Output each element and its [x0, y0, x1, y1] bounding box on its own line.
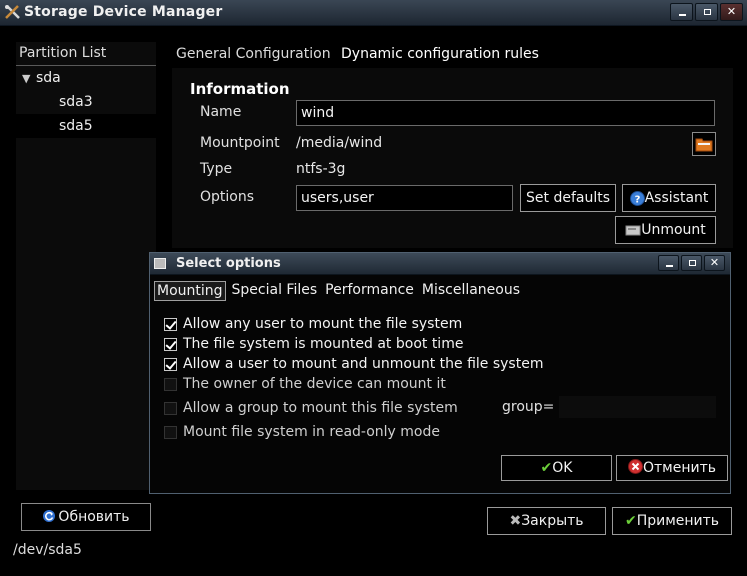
window-title: Storage Device Manager [24, 4, 223, 20]
option-label: The file system is mounted at boot time [183, 336, 464, 352]
apply-button[interactable]: ✔Применить [612, 507, 732, 535]
mountpoint-label: Mountpoint [200, 135, 280, 151]
checkbox[interactable] [164, 425, 177, 439]
help-icon: ? [629, 190, 645, 206]
name-field[interactable]: wind [296, 100, 715, 126]
maximize-icon [689, 260, 696, 266]
type-label: Type [200, 161, 233, 177]
option-label: Mount file system in read-only mode [183, 424, 440, 440]
tree-item-label: sda [36, 70, 61, 86]
svg-text:?: ? [634, 194, 640, 205]
option-any-user-mount[interactable]: Allow any user to mount the file system [164, 315, 462, 333]
window-controls: ✕ [668, 3, 743, 21]
refresh-label: Обновить [58, 509, 130, 525]
tree-item-label: sda3 [59, 94, 93, 110]
checkbox[interactable] [164, 357, 177, 371]
tab-dynamic-configuration-rules[interactable]: Dynamic configuration rules [341, 46, 539, 62]
tools-icon [5, 5, 20, 19]
window-titlebar[interactable]: Storage Device Manager ✕ [0, 0, 747, 26]
refresh-icon [43, 510, 56, 522]
close-icon: ✕ [726, 5, 737, 18]
expand-triangle-icon[interactable]: ▼ [22, 67, 36, 91]
checkmark-icon: ✔ [540, 460, 553, 476]
refresh-button[interactable]: Обновить [21, 503, 151, 531]
dialog-minimize-button[interactable] [658, 255, 679, 271]
tree-item-sda5[interactable]: sda5 [16, 114, 156, 138]
tree-item-sda[interactable]: ▼ sda [16, 66, 156, 90]
ok-button[interactable]: ✔OK [501, 455, 612, 481]
dialog-window-icon [154, 258, 166, 269]
group-label: group= [502, 399, 555, 415]
mountpoint-value: /media/wind [296, 135, 383, 151]
option-label: Allow a group to mount this file system [183, 400, 458, 416]
close-icon: ✕ [709, 256, 720, 269]
assistant-button[interactable]: ? Assistant [622, 184, 716, 212]
checkbox[interactable] [164, 317, 177, 331]
minimize-button[interactable] [670, 3, 693, 21]
unmount-label: Unmount [641, 222, 706, 238]
browse-mountpoint-button[interactable] [692, 132, 716, 156]
select-options-dialog: Select options ✕ Mounting Special Files … [149, 252, 731, 494]
tab-miscellaneous[interactable]: Miscellaneous [420, 281, 522, 301]
dialog-titlebar[interactable]: Select options ✕ [150, 253, 730, 275]
close-window-label: Закрыть [521, 513, 584, 529]
device-path-status: /dev/sda5 [13, 542, 82, 558]
checkbox[interactable] [164, 377, 177, 391]
tab-performance[interactable]: Performance [323, 281, 416, 301]
maximize-icon [704, 9, 711, 15]
checkbox[interactable] [164, 401, 177, 415]
option-read-only[interactable]: Mount file system in read-only mode [164, 423, 440, 441]
main-tabs: General Configuration Dynamic configurat… [176, 46, 545, 62]
cancel-icon [627, 459, 643, 474]
option-label: Allow any user to mount the file system [183, 316, 463, 332]
close-window-button[interactable]: ✖Закрыть [487, 507, 606, 535]
tree-item-sda3[interactable]: sda3 [16, 90, 156, 114]
partition-list-panel: Partition List ▼ sda sda3 sda5 [16, 42, 156, 490]
tab-mounting[interactable]: Mounting [154, 281, 226, 301]
tree-item-label: sda5 [59, 118, 93, 134]
option-mount-at-boot[interactable]: The file system is mounted at boot time [164, 335, 463, 353]
checkmark-icon: ✔ [624, 513, 637, 529]
group-field[interactable] [559, 396, 716, 418]
assistant-label: Assistant [644, 190, 709, 206]
cancel-label: Отменить [642, 460, 716, 476]
option-group-mount[interactable]: Allow a group to mount this file system [164, 399, 458, 417]
options-label: Options [200, 189, 255, 205]
dialog-maximize-button[interactable] [681, 255, 702, 271]
close-button[interactable]: ✕ [720, 3, 743, 21]
set-defaults-button[interactable]: Set defaults [520, 184, 616, 212]
dialog-window-controls: ✕ [656, 255, 725, 271]
dialog-title: Select options [176, 256, 281, 271]
close-x-icon: ✖ [509, 513, 522, 529]
tab-general-configuration[interactable]: General Configuration [176, 46, 331, 62]
information-panel: Information Name wind Mountpoint /media/… [172, 68, 733, 248]
apply-label: Применить [636, 513, 720, 529]
type-value: ntfs-3g [296, 161, 346, 177]
dialog-tabs: Mounting Special Files Performance Misce… [154, 281, 526, 301]
partition-list-header: Partition List [16, 42, 156, 66]
unmount-button[interactable]: Unmount [615, 216, 716, 244]
maximize-button[interactable] [695, 3, 718, 21]
information-heading: Information [190, 80, 290, 98]
folder-icon [695, 138, 713, 152]
cancel-button[interactable]: Отменить [616, 455, 728, 481]
drive-icon [625, 225, 641, 236]
option-owner-mount[interactable]: The owner of the device can mount it [164, 375, 446, 393]
ok-label: OK [552, 460, 573, 476]
option-user-mount-unmount[interactable]: Allow a user to mount and unmount the fi… [164, 355, 543, 373]
dialog-close-button[interactable]: ✕ [704, 255, 725, 271]
name-label: Name [200, 104, 242, 120]
minimize-icon [666, 265, 673, 267]
tab-special-files[interactable]: Special Files [230, 281, 320, 301]
checkbox[interactable] [164, 337, 177, 351]
option-label: The owner of the device can mount it [183, 376, 446, 392]
minimize-icon [679, 14, 686, 16]
options-field[interactable]: users,user [296, 185, 513, 211]
option-label: Allow a user to mount and unmount the fi… [183, 356, 544, 372]
